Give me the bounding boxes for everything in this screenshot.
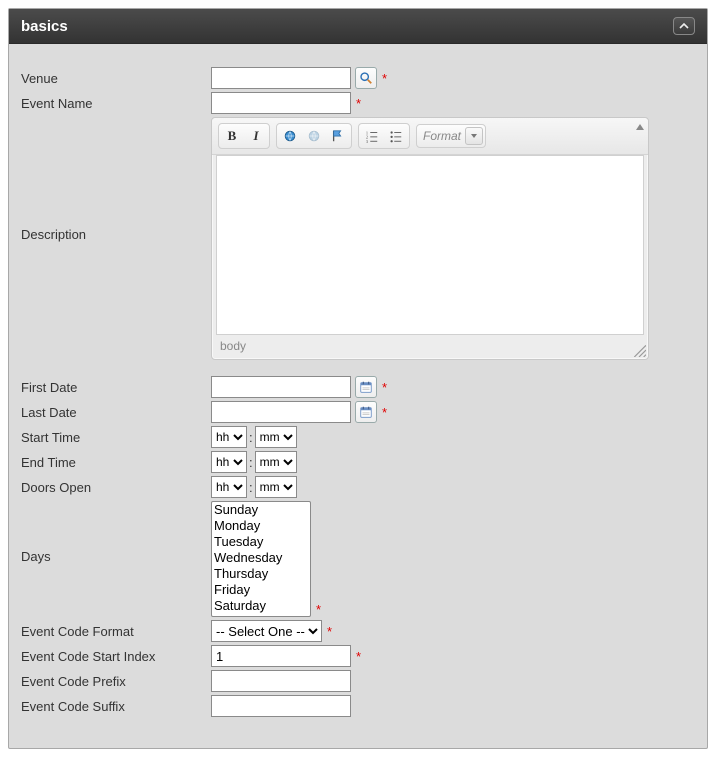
rte-expand-icon[interactable] <box>636 124 644 130</box>
calendar-icon <box>359 380 373 394</box>
event-code-prefix-label: Event Code Prefix <box>21 670 211 689</box>
format-select-label: Format <box>423 129 461 143</box>
days-option[interactable]: Wednesday <box>212 550 310 566</box>
italic-icon: I <box>253 128 258 144</box>
row-venue: Venue * <box>21 67 695 89</box>
unordered-list-button[interactable] <box>385 126 407 146</box>
rte-toolbar: B I <box>212 118 648 155</box>
row-event-code-start-index: Event Code Start Index * <box>21 645 695 667</box>
bold-icon: B <box>228 128 237 144</box>
start-time-hh-select[interactable]: hh <box>211 426 247 448</box>
venue-input[interactable] <box>211 67 351 89</box>
required-marker: * <box>316 602 321 617</box>
event-code-suffix-label: Event Code Suffix <box>21 695 211 714</box>
panel-title: basics <box>21 18 68 35</box>
rich-text-editor: B I <box>211 117 649 360</box>
required-marker: * <box>382 380 387 395</box>
unlink-button[interactable] <box>303 126 325 146</box>
days-option[interactable]: Saturday <box>212 598 310 614</box>
rte-path: body <box>220 339 246 353</box>
event-name-label: Event Name <box>21 92 211 111</box>
row-event-code-format: Event Code Format -- Select One -- * <box>21 620 695 642</box>
globe-link-icon <box>283 129 297 143</box>
ordered-list-button[interactable]: 123 <box>361 126 383 146</box>
anchor-button[interactable] <box>327 126 349 146</box>
last-date-label: Last Date <box>21 401 211 420</box>
ordered-list-icon: 123 <box>365 129 379 143</box>
start-time-mm-select[interactable]: mm <box>255 426 297 448</box>
chevron-down-icon <box>465 127 483 145</box>
row-description: Description B I <box>21 117 695 360</box>
rte-group-lists: 123 <box>358 123 410 149</box>
end-time-hh-select[interactable]: hh <box>211 451 247 473</box>
time-colon: : <box>249 430 253 445</box>
event-name-input[interactable] <box>211 92 351 114</box>
first-date-input[interactable] <box>211 376 351 398</box>
event-code-suffix-input[interactable] <box>211 695 351 717</box>
description-label: Description <box>21 117 211 242</box>
doors-open-label: Doors Open <box>21 476 211 495</box>
days-label: Days <box>21 501 211 564</box>
calendar-icon <box>359 405 373 419</box>
first-date-picker-button[interactable] <box>355 376 377 398</box>
time-colon: : <box>249 480 253 495</box>
required-marker: * <box>356 96 361 111</box>
unordered-list-icon <box>389 129 403 143</box>
row-first-date: First Date * <box>21 376 695 398</box>
resize-handle-icon[interactable] <box>632 343 646 357</box>
row-event-code-prefix: Event Code Prefix <box>21 670 695 692</box>
row-start-time: Start Time hh : mm <box>21 426 695 448</box>
rte-footer: body <box>212 335 648 359</box>
days-option[interactable]: Monday <box>212 518 310 534</box>
required-marker: * <box>382 405 387 420</box>
venue-lookup-button[interactable] <box>355 67 377 89</box>
required-marker: * <box>382 71 387 86</box>
globe-unlink-icon <box>307 129 321 143</box>
days-multiselect[interactable]: SundayMondayTuesdayWednesdayThursdayFrid… <box>211 501 311 617</box>
row-event-code-suffix: Event Code Suffix <box>21 695 695 717</box>
venue-label: Venue <box>21 67 211 86</box>
doors-open-hh-select[interactable]: hh <box>211 476 247 498</box>
days-option[interactable]: Thursday <box>212 566 310 582</box>
first-date-label: First Date <box>21 376 211 395</box>
row-days: Days SundayMondayTuesdayWednesdayThursda… <box>21 501 695 617</box>
row-end-time: End Time hh : mm <box>21 451 695 473</box>
event-code-prefix-input[interactable] <box>211 670 351 692</box>
days-option[interactable]: Tuesday <box>212 534 310 550</box>
event-code-format-label: Event Code Format <box>21 620 211 639</box>
required-marker: * <box>327 624 332 639</box>
days-option[interactable]: Friday <box>212 582 310 598</box>
description-textarea[interactable] <box>216 155 644 335</box>
panel-header: basics <box>9 9 707 44</box>
row-last-date: Last Date * <box>21 401 695 423</box>
italic-button[interactable]: I <box>245 126 267 146</box>
event-code-start-index-label: Event Code Start Index <box>21 645 211 664</box>
doors-open-mm-select[interactable]: mm <box>255 476 297 498</box>
link-button[interactable] <box>279 126 301 146</box>
days-option[interactable]: Sunday <box>212 502 310 518</box>
end-time-mm-select[interactable]: mm <box>255 451 297 473</box>
event-code-start-index-input[interactable] <box>211 645 351 667</box>
last-date-picker-button[interactable] <box>355 401 377 423</box>
basics-panel: basics Venue * Event Name <box>8 8 708 749</box>
search-icon <box>359 71 373 85</box>
row-event-name: Event Name * <box>21 92 695 114</box>
end-time-label: End Time <box>21 451 211 470</box>
start-time-label: Start Time <box>21 426 211 445</box>
time-colon: : <box>249 455 253 470</box>
panel-body: Venue * Event Name * Descrip <box>9 44 707 748</box>
rte-group-objects <box>276 123 352 149</box>
required-marker: * <box>356 649 361 664</box>
format-select[interactable]: Format <box>416 124 486 148</box>
event-code-format-select[interactable]: -- Select One -- <box>211 620 322 642</box>
rte-group-text-style: B I <box>218 123 270 149</box>
svg-text:3: 3 <box>366 139 369 143</box>
flag-icon <box>331 129 345 143</box>
bold-button[interactable]: B <box>221 126 243 146</box>
row-doors-open: Doors Open hh : mm <box>21 476 695 498</box>
collapse-button[interactable] <box>673 17 695 35</box>
chevron-up-icon <box>679 21 689 31</box>
last-date-input[interactable] <box>211 401 351 423</box>
